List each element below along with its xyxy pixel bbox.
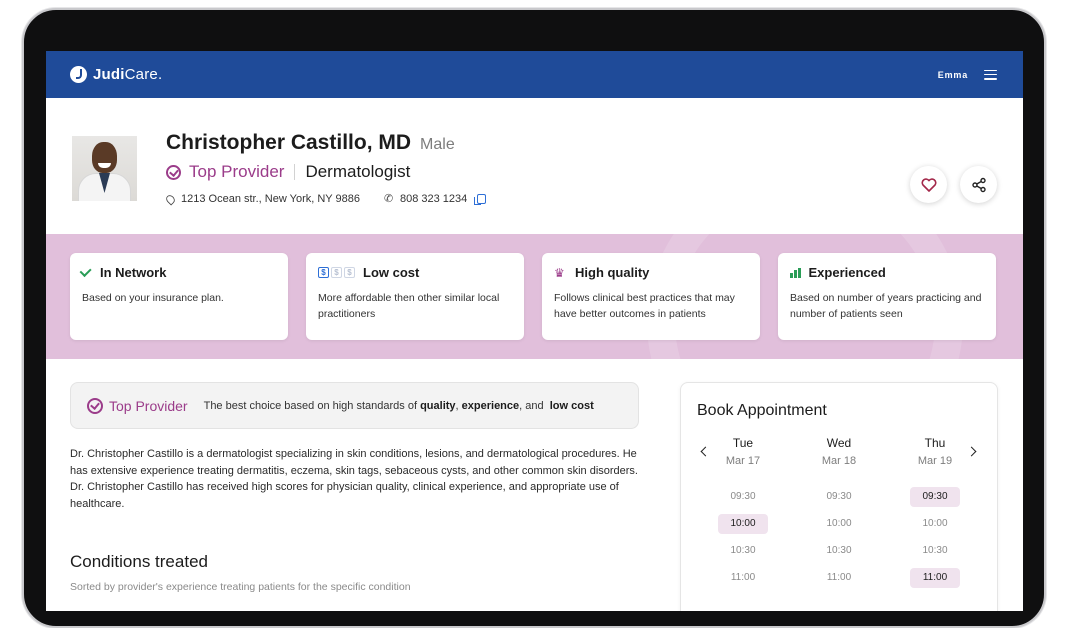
role-row: Top Provider Dermatologist (166, 162, 410, 182)
time-slot[interactable]: 11:00 (718, 568, 768, 588)
book-appointment-title: Book Appointment (697, 402, 827, 419)
top-navigation-bar: JudiCare. Emma (46, 51, 1023, 98)
favorite-button[interactable] (910, 166, 947, 203)
time-slot[interactable]: 09:30 (718, 487, 768, 507)
highlight-description: Based on number of years practicing and … (790, 292, 982, 320)
provider-phone[interactable]: 808 323 1234 (400, 193, 467, 205)
day-name: Wed (826, 436, 852, 450)
logo-text: JudiCare. (93, 66, 163, 83)
provider-highlights-band: In Network Based on your insurance plan.… (46, 234, 1023, 359)
time-slot[interactable]: 11:00 (910, 568, 960, 588)
highlight-title: In Network (100, 265, 167, 280)
provider-address: 1213 Ocean str., New York, NY 9886 (181, 193, 360, 205)
highlight-card-high-quality: ♛ High quality Follows clinical best prac… (542, 253, 760, 340)
highlight-title: Experienced (808, 265, 886, 280)
time-slot[interactable]: 10:00 (718, 514, 768, 534)
logo-icon (70, 66, 87, 83)
brand-logo[interactable]: JudiCare. (70, 66, 162, 83)
phone-icon: ✆ (383, 193, 394, 205)
main-content: Top Provider The best choice based on hi… (46, 359, 1023, 611)
crown-icon: ♛ (554, 265, 565, 280)
highlight-card-in-network: In Network Based on your insurance plan. (70, 253, 288, 340)
check-icon (79, 265, 92, 278)
provider-bio: Dr. Christopher Castillo is a dermatolog… (70, 448, 638, 510)
highlight-title: High quality (575, 265, 650, 280)
name-row: Christopher Castillo, MD Male (166, 131, 455, 155)
share-icon (971, 177, 986, 192)
bar-chart-icon (790, 267, 801, 278)
provider-avatar (72, 136, 137, 201)
time-slot[interactable]: 11:00 (814, 568, 864, 588)
provider-gender: Male (420, 136, 455, 153)
provider-specialty: Dermatologist (305, 162, 411, 181)
app-screen: JudiCare. Emma Christopher Castillo, MD … (46, 51, 1023, 611)
contact-row: 1213 Ocean str., New York, NY 9886 ✆ 808… (164, 192, 487, 206)
day-column-thu: Thu Mar 19 09:30 10:00 10:30 11:00 (895, 436, 975, 588)
time-slot[interactable]: 10:30 (718, 541, 768, 561)
verified-badge-icon (87, 397, 103, 414)
time-slot[interactable]: 10:30 (910, 541, 960, 561)
divider (294, 164, 296, 180)
highlight-description: More affordable then other similar local… (318, 292, 500, 320)
dollar-icon: $ $ $ (318, 267, 355, 278)
top-provider-callout: Top Provider The best choice based on hi… (70, 382, 639, 429)
provider-profile-header: Christopher Castillo, MD Male Top Provid… (46, 98, 1023, 234)
heart-icon (921, 177, 936, 192)
user-menu-area: Emma (938, 69, 997, 80)
copy-icon[interactable] (474, 194, 487, 205)
top-provider-label: Top Provider (189, 162, 285, 181)
conditions-subtitle: Sorted by provider's experience treating… (70, 581, 411, 593)
provider-name: Christopher Castillo, MD (166, 131, 412, 154)
location-pin-icon (164, 192, 177, 206)
conditions-title: Conditions treated (70, 552, 208, 571)
time-slot[interactable]: 10:00 (814, 514, 864, 534)
user-name[interactable]: Emma (938, 70, 968, 80)
time-slot[interactable]: 09:30 (910, 487, 960, 507)
highlight-description: Follows clinical best practices that may… (554, 292, 735, 320)
day-name: Thu (924, 436, 946, 450)
highlight-cards: In Network Based on your insurance plan.… (70, 253, 996, 340)
day-name: Tue (732, 436, 754, 450)
day-date: Mar 19 (917, 455, 953, 467)
day-column-tue: Tue Mar 17 09:30 10:00 10:30 11:00 (703, 436, 783, 588)
time-slot[interactable]: 10:30 (814, 541, 864, 561)
day-column-wed: Wed Mar 18 09:30 10:00 10:30 11:00 (799, 436, 879, 588)
highlight-card-low-cost: $ $ $ Low cost More affordable then other s… (306, 253, 524, 340)
highlight-card-experienced: Experienced Based on number of years pra… (778, 253, 996, 340)
callout-text: The best choice based on high standards … (203, 399, 594, 412)
book-appointment-panel: Book Appointment Tue Mar 17 09:30 10:00 … (680, 382, 998, 611)
hamburger-menu-icon[interactable] (984, 69, 997, 80)
time-slot[interactable]: 10:00 (910, 514, 960, 534)
day-date: Mar 18 (821, 455, 857, 467)
share-button[interactable] (960, 166, 997, 203)
verified-badge-icon (166, 164, 181, 180)
highlight-title: Low cost (363, 265, 420, 280)
highlight-description: Based on your insurance plan. (82, 292, 224, 304)
day-date: Mar 17 (725, 455, 761, 467)
callout-label: Top Provider (109, 397, 188, 414)
time-slot[interactable]: 09:30 (814, 487, 864, 507)
